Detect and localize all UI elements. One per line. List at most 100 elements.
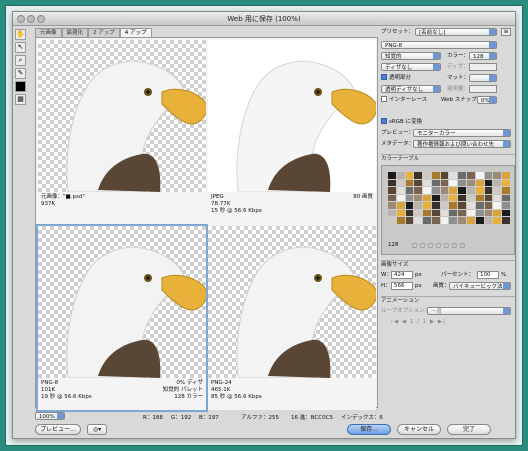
color-swatch[interactable] [431,217,440,224]
transparency-checkbox[interactable] [381,74,387,80]
color-swatch[interactable] [502,172,510,179]
toggle-slices-icon[interactable]: ▦ [15,94,26,105]
quality-dropdown[interactable]: バイキュービック法 [449,282,511,290]
preview-pane-jpeg[interactable]: JPEG 80 画質 78.77K 15 秒 @ 56.6 Kbps [208,40,376,224]
color-swatch[interactable] [440,209,449,217]
color-swatch[interactable] [475,217,484,224]
color-swatch[interactable] [475,172,484,179]
color-swatch[interactable] [502,194,510,202]
width-input[interactable]: 424 [391,271,413,279]
color-swatch[interactable] [431,179,440,187]
color-swatch[interactable] [467,209,475,217]
color-swatch[interactable] [484,217,493,224]
color-swatch[interactable] [493,172,502,179]
color-swatch[interactable] [484,179,493,187]
color-swatch[interactable] [414,202,423,209]
color-swatch[interactable] [458,217,467,224]
color-swatch[interactable] [449,172,458,179]
amount-input[interactable] [469,85,497,93]
color-swatch[interactable] [493,209,502,217]
color-swatch[interactable] [484,202,493,209]
interlace-row[interactable]: インターレース [381,96,427,105]
color-swatch[interactable] [502,209,510,217]
color-swatch[interactable] [414,187,423,194]
format-dropdown[interactable]: PNG-8 [381,41,497,49]
color-swatch[interactable] [475,209,484,217]
color-swatch[interactable] [405,187,414,194]
color-swatch[interactable] [449,194,458,202]
preview-pane-original[interactable]: 元画像："■.psd" 937K [38,40,206,224]
color-swatch[interactable] [396,202,405,209]
transparency-row[interactable]: 透明部分 [381,74,411,83]
colors-dropdown[interactable]: 128 [469,52,497,60]
color-swatch[interactable] [388,194,396,202]
color-swatch[interactable] [458,194,467,202]
color-swatch[interactable] [449,187,458,194]
color-swatch[interactable] [440,187,449,194]
reduction-dropdown[interactable]: 知覚的 [381,52,441,60]
color-swatch[interactable] [440,202,449,209]
color-swatch[interactable] [440,179,449,187]
color-swatch[interactable] [388,179,396,187]
percent-input[interactable]: 100 [477,271,499,279]
color-swatch[interactable] [467,179,475,187]
eyedropper-color-swatch[interactable] [15,81,26,92]
color-swatch[interactable] [493,202,502,209]
color-swatch[interactable] [502,187,510,194]
matte-dropdown[interactable] [469,74,497,82]
color-swatch[interactable] [493,179,502,187]
animation-controls[interactable]: |◀ ◀ 1 / 1 ▶ ▶| [391,318,446,327]
color-swatch[interactable] [405,202,414,209]
color-swatch[interactable] [502,202,510,209]
color-swatch[interactable] [423,172,431,179]
color-swatch[interactable] [414,217,423,224]
color-swatch[interactable] [475,202,484,209]
color-swatch[interactable] [405,209,414,217]
color-swatch[interactable] [449,209,458,217]
tab-original[interactable]: 元画像 [35,28,62,37]
dither-amount-input[interactable] [469,63,497,71]
color-swatch[interactable] [475,179,484,187]
loop-dropdown[interactable]: 一度 [427,307,511,315]
color-swatch[interactable] [423,187,431,194]
color-swatch[interactable] [414,194,423,202]
color-swatch[interactable] [396,187,405,194]
web-snap-dropdown[interactable]: 0% [477,96,497,104]
color-swatch[interactable] [502,217,510,224]
color-swatch[interactable] [396,179,405,187]
height-input[interactable]: 566 [391,282,413,290]
color-table-tools[interactable]: ◻◻◻◻◻◻◻ [412,242,468,249]
color-swatch[interactable] [475,194,484,202]
color-swatch[interactable] [423,217,431,224]
done-button[interactable]: 完了 [447,424,491,435]
color-swatch[interactable] [396,172,405,179]
color-swatch[interactable] [423,179,431,187]
zoom-tool-icon[interactable]: ⌕ [15,55,26,66]
color-swatch[interactable] [431,194,440,202]
color-swatch[interactable] [388,172,396,179]
tab-optimized[interactable]: 最適化 [61,28,89,37]
color-swatch[interactable] [484,187,493,194]
color-swatch[interactable] [405,194,414,202]
preview-pane-png24[interactable]: PNG-24 465.1K 85 秒 @ 56.6 Kbps [208,226,376,410]
color-swatch[interactable] [405,217,414,224]
color-swatch[interactable] [458,172,467,179]
metadata-dropdown[interactable]: 著作権情報および問い合わせ先 [413,140,511,148]
color-swatch[interactable] [467,172,475,179]
browser-preview-icon[interactable]: ◎▾ [87,424,107,435]
color-swatch[interactable] [440,194,449,202]
color-swatch[interactable] [467,194,475,202]
color-swatch[interactable] [493,194,502,202]
color-swatch[interactable] [388,187,396,194]
color-swatch[interactable] [458,187,467,194]
srgb-checkbox[interactable] [381,118,387,124]
slice-select-tool-icon[interactable]: ↖ [15,42,26,53]
eyedropper-tool-icon[interactable]: ✎ [15,68,26,79]
color-swatch[interactable] [493,217,502,224]
tab-2-up[interactable]: 2 アップ [88,28,120,37]
color-swatch[interactable] [414,209,423,217]
color-swatch[interactable] [467,187,475,194]
hand-tool-icon[interactable]: ✋ [15,29,26,40]
color-swatch[interactable] [458,179,467,187]
color-swatch[interactable] [449,217,458,224]
